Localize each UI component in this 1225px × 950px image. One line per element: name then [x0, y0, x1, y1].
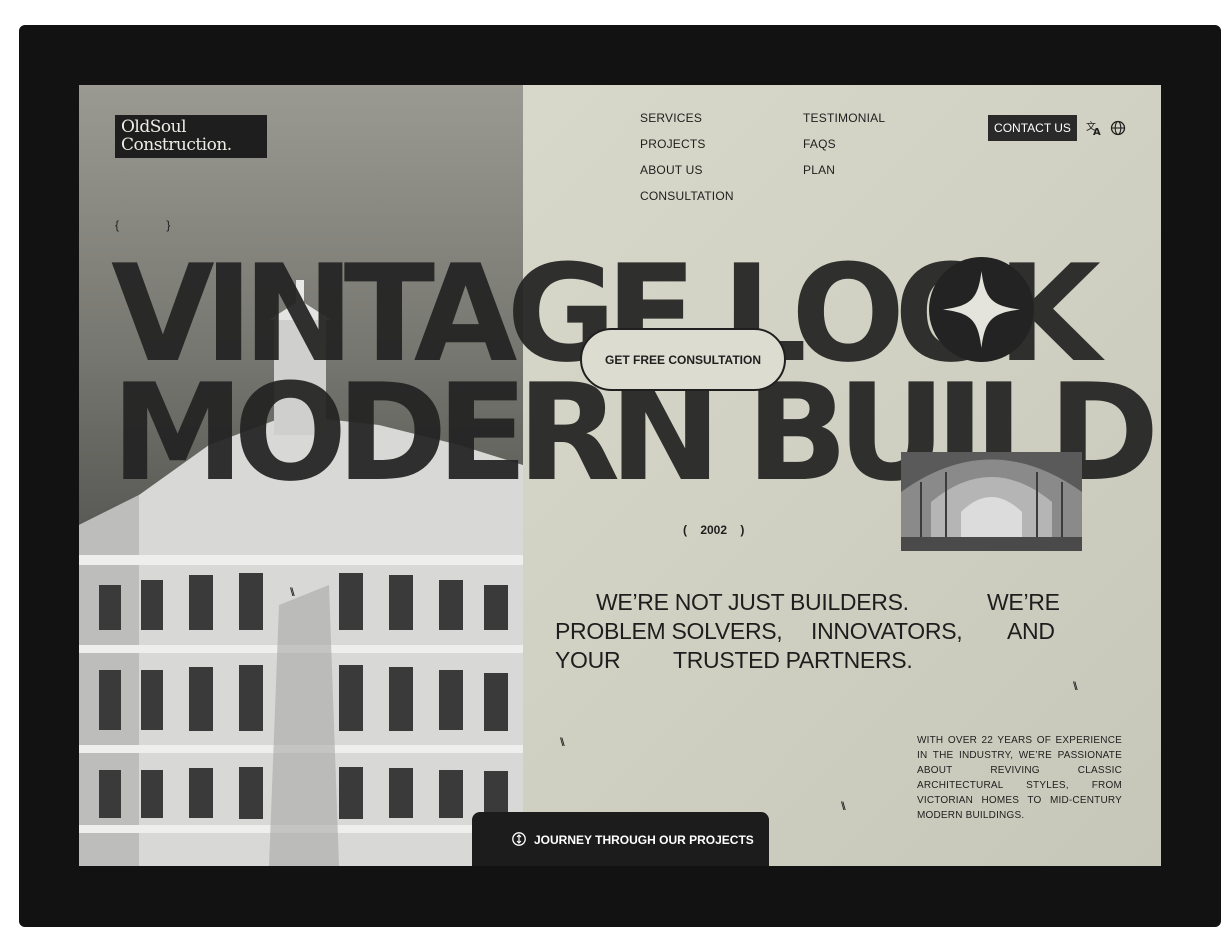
- globe-icon[interactable]: [1109, 119, 1127, 137]
- get-free-consultation-button[interactable]: GET FREE CONSULTATION: [580, 328, 786, 391]
- contact-us-button[interactable]: CONTACT US: [988, 115, 1077, 141]
- nav-column-primary: SERVICES PROJECTS ABOUT US CONSULTATION: [640, 111, 734, 215]
- tagline-word: INNOVATORS,: [811, 618, 963, 644]
- brand-logo[interactable]: OldSoul Construction.: [115, 115, 267, 158]
- journey-button-label: JOURNEY THROUGH OUR PROJECTS: [534, 833, 754, 847]
- founded-year: ( 2002 ): [683, 523, 745, 537]
- nav-link-testimonial[interactable]: TESTIMONIAL: [803, 111, 885, 125]
- tagline-word: PROBLEM SOLVERS,: [555, 618, 783, 644]
- nav-column-secondary: TESTIMONIAL FAQS PLAN: [803, 111, 885, 189]
- decorative-braces: { }: [115, 218, 193, 232]
- slash-mark: \\: [560, 735, 564, 749]
- nav-link-plan[interactable]: PLAN: [803, 163, 885, 177]
- nav-link-projects[interactable]: PROJECTS: [640, 137, 734, 151]
- translate-icon[interactable]: 文 A: [1085, 119, 1103, 137]
- slash-mark: \\: [290, 585, 294, 599]
- tagline-word: TRUSTED PARTNERS.: [673, 647, 913, 673]
- nav-link-faqs[interactable]: FAQS: [803, 137, 885, 151]
- tagline-word: AND: [1007, 618, 1055, 644]
- tagline-word: YOUR: [555, 647, 621, 673]
- about-paragraph: WITH OVER 22 YEARS OF EXPERIENCE IN THE …: [917, 735, 1122, 821]
- tagline-word: WE’RE: [987, 589, 1060, 615]
- logo-line-2: Construction.: [121, 135, 232, 155]
- journey-through-projects-button[interactable]: JOURNEY THROUGH OUR PROJECTS: [472, 812, 769, 866]
- tagline-word: WE’RE NOT JUST BUILDERS.: [596, 589, 909, 615]
- website-screen: OldSoul Construction. { } SERVICES PROJE…: [79, 85, 1161, 866]
- nav-link-consultation[interactable]: CONSULTATION: [640, 189, 734, 203]
- nav-link-services[interactable]: SERVICES: [640, 111, 734, 125]
- svg-text:A: A: [1093, 127, 1101, 137]
- slash-mark: \\: [841, 799, 845, 813]
- sparkle-star-icon: [943, 271, 1020, 348]
- logo-line-1: OldSoul: [121, 117, 187, 137]
- museum-hall-photo: [901, 452, 1082, 551]
- mouse-scroll-icon: [512, 832, 526, 846]
- star-disc: [929, 257, 1034, 362]
- nav-link-about-us[interactable]: ABOUT US: [640, 163, 734, 177]
- slash-mark: \\: [1073, 679, 1077, 693]
